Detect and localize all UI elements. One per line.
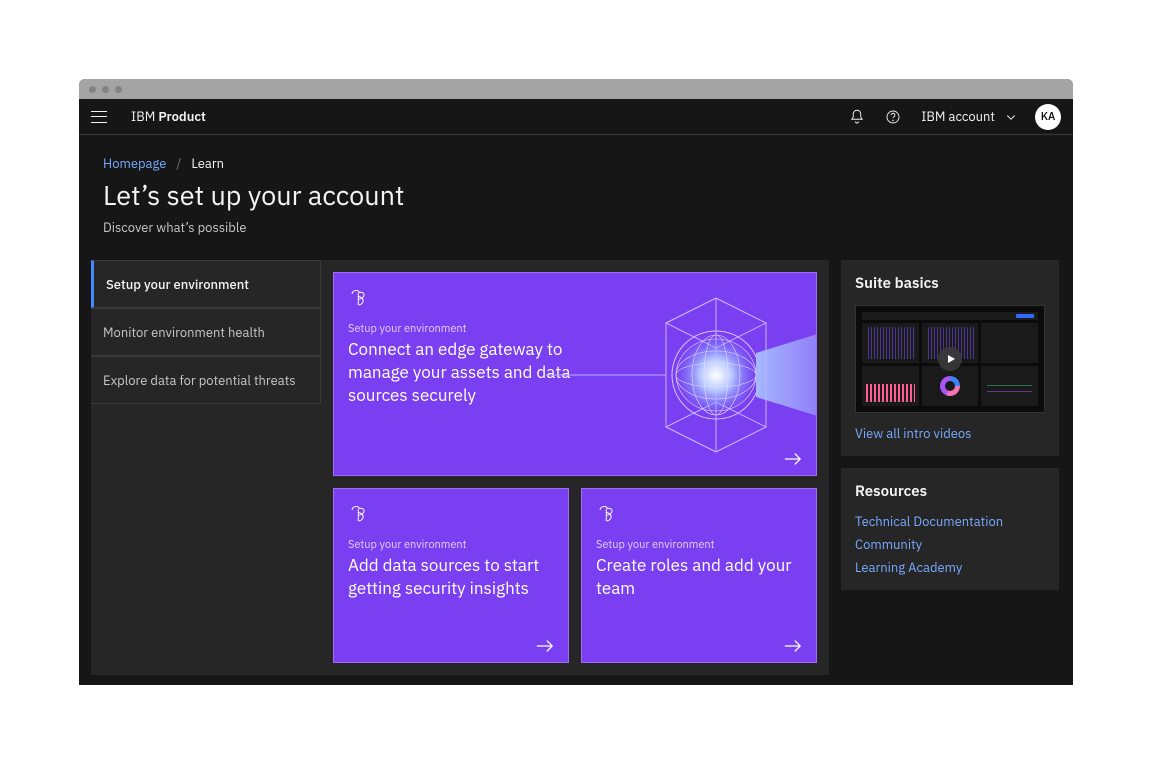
arrow-right-icon — [784, 638, 802, 652]
brand-name: Product — [158, 108, 206, 125]
arrow-right-icon — [536, 638, 554, 652]
window-titlebar — [79, 79, 1073, 99]
card-title: Add data sources to start getting securi… — [348, 554, 544, 600]
notifications-icon[interactable] — [839, 99, 875, 135]
breadcrumb-home[interactable]: Homepage — [103, 155, 166, 172]
page-title: Let’s set up your account — [79, 172, 1073, 213]
card-row: Setup your environment Add data sources … — [333, 488, 817, 663]
product-icon — [348, 287, 370, 309]
card-title: Create roles and add your team — [596, 554, 792, 600]
menu-icon[interactable] — [91, 111, 107, 123]
card-add-data-sources[interactable]: Setup your environment Add data sources … — [333, 488, 569, 663]
content-panel: Setup your environment Monitor environme… — [91, 260, 829, 675]
resource-link-technical-docs[interactable]: Technical Documentation — [855, 513, 1045, 530]
tab-label: Explore data for potential threats — [103, 372, 296, 389]
product-icon — [596, 503, 618, 525]
app-window: IBM Product IBM account KA Homepage / Le… — [79, 79, 1073, 685]
card-eyebrow: Setup your environment — [348, 538, 554, 552]
resources-panel: Resources Technical Documentation Commun… — [841, 468, 1059, 590]
tab-monitor-health[interactable]: Monitor environment health — [91, 308, 321, 356]
card-grid: Setup your environment Connect an edge g… — [321, 260, 829, 675]
hero-illustration — [546, 273, 817, 476]
tab-label: Setup your environment — [106, 276, 249, 293]
avatar-initials: KA — [1041, 110, 1056, 124]
chevron-down-icon — [1005, 111, 1017, 123]
global-header: IBM Product IBM account KA — [79, 99, 1073, 135]
video-thumbnail[interactable] — [855, 305, 1045, 413]
card-connect-gateway[interactable]: Setup your environment Connect an edge g… — [333, 272, 817, 476]
account-switcher[interactable]: IBM account — [921, 108, 1017, 125]
breadcrumb: Homepage / Learn — [79, 135, 1073, 172]
view-all-videos-link[interactable]: View all intro videos — [855, 425, 1045, 442]
resources-list: Technical Documentation Community Learni… — [855, 513, 1045, 576]
vertical-tabs: Setup your environment Monitor environme… — [91, 260, 321, 675]
resource-link-community[interactable]: Community — [855, 536, 1045, 553]
traffic-light-zoom[interactable] — [115, 86, 122, 93]
product-brand[interactable]: IBM Product — [131, 108, 206, 125]
page-body: Homepage / Learn Let’s set up your accou… — [79, 135, 1073, 685]
panel-title: Resources — [855, 482, 1045, 501]
help-icon[interactable] — [875, 99, 911, 135]
right-rail: Suite basics View all in — [841, 260, 1059, 675]
page-subtitle: Discover what’s possible — [79, 213, 1073, 236]
main-layout: Setup your environment Monitor environme… — [79, 236, 1073, 685]
card-eyebrow: Setup your environment — [596, 538, 802, 552]
panel-title: Suite basics — [855, 274, 1045, 293]
resource-link-learning-academy[interactable]: Learning Academy — [855, 559, 1045, 576]
suite-basics-panel: Suite basics View all in — [841, 260, 1059, 456]
account-label: IBM account — [921, 108, 995, 125]
avatar[interactable]: KA — [1035, 104, 1061, 130]
tab-setup-environment[interactable]: Setup your environment — [91, 260, 321, 308]
breadcrumb-separator: / — [176, 155, 181, 172]
card-create-roles[interactable]: Setup your environment Create roles and … — [581, 488, 817, 663]
product-icon — [348, 503, 370, 525]
breadcrumb-current: Learn — [191, 155, 224, 172]
tab-label: Monitor environment health — [103, 324, 265, 341]
traffic-light-close[interactable] — [89, 86, 96, 93]
traffic-light-minimize[interactable] — [102, 86, 109, 93]
brand-prefix: IBM — [131, 108, 158, 125]
play-icon — [938, 347, 962, 371]
tab-explore-threats[interactable]: Explore data for potential threats — [91, 356, 321, 404]
